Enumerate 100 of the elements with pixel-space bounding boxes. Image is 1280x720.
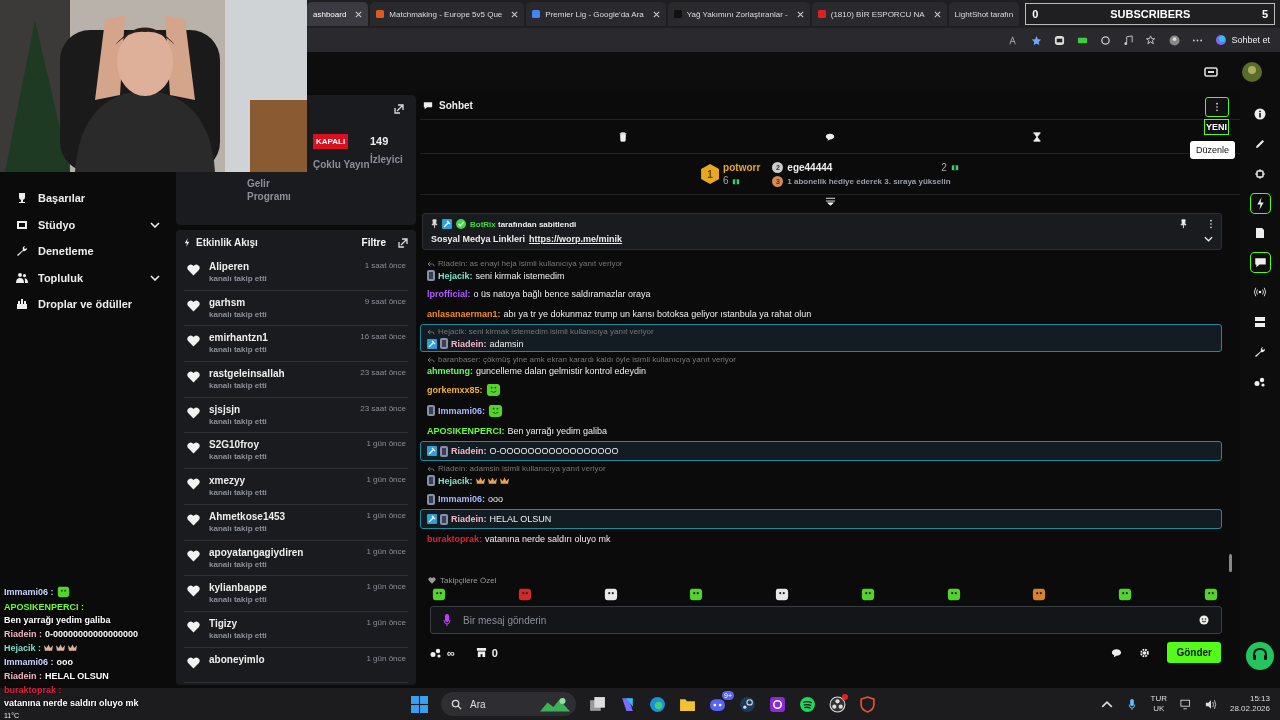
avatar-icon[interactable]	[1242, 62, 1262, 82]
more-icon[interactable]	[1209, 219, 1213, 229]
event-description: kanalı takip etti	[209, 523, 268, 533]
volume-icon[interactable]	[1204, 698, 1217, 710]
music-app-icon[interactable]	[799, 695, 816, 713]
emote-icon[interactable]	[1203, 587, 1218, 601]
shield-icon[interactable]	[859, 695, 876, 713]
microphone-icon[interactable]	[443, 614, 451, 626]
browser-tab[interactable]: LightShot tarafın	[948, 2, 1020, 26]
sidebar-item[interactable]: Başarılar	[0, 185, 176, 212]
target-icon[interactable]	[1254, 168, 1266, 180]
link[interactable]: https://worp.me/minik	[529, 234, 623, 244]
message-box[interactable]: Bir mesaj gönderin	[430, 606, 1222, 634]
chat-username[interactable]: Riadein:	[451, 514, 487, 524]
emote-icon[interactable]	[603, 587, 618, 601]
browser-tab[interactable]: Matchmaking - Europe 5v5 Que	[370, 2, 525, 26]
extension-icon[interactable]	[1054, 34, 1066, 46]
steam-icon[interactable]	[739, 695, 756, 713]
emote-icon[interactable]	[775, 587, 790, 601]
overlay-chat-text: 0-00000000000000000	[45, 629, 139, 639]
wrench-icon[interactable]	[1254, 346, 1266, 358]
chat-username[interactable]: Riadein:	[451, 338, 487, 349]
emote-icon[interactable]	[946, 587, 961, 601]
pop-out-icon[interactable]	[398, 237, 408, 248]
chat-username[interactable]: Immami06:	[438, 405, 486, 416]
windows-start-icon[interactable]	[411, 695, 428, 713]
chat-username[interactable]: Hejacik:	[438, 475, 473, 486]
browser-tab[interactable]: ashboard	[307, 2, 369, 26]
chat-username[interactable]: lprofficial:	[427, 289, 471, 299]
emote-icon[interactable]	[860, 587, 875, 601]
layout-icon[interactable]	[1254, 316, 1266, 328]
filter-button[interactable]: Filtre	[361, 237, 386, 248]
chevron-down-icon[interactable]	[1204, 236, 1213, 242]
recorder-icon[interactable]	[829, 695, 846, 713]
sidebar-item[interactable]: Droplar ve ödüller	[0, 291, 176, 318]
points-icon[interactable]	[1254, 376, 1266, 388]
heart-icon	[187, 513, 200, 526]
copilot-button[interactable]: Sohbet et	[1215, 34, 1270, 46]
chat-icon[interactable]	[825, 131, 835, 142]
emote-icon[interactable]	[689, 587, 704, 601]
sidebar-item[interactable]: Stüdyo	[0, 211, 176, 238]
headset-help-icon[interactable]	[1246, 642, 1274, 670]
sidebar-item[interactable]: Topluluk	[0, 264, 176, 291]
chat-username[interactable]: Riadein:	[451, 446, 487, 456]
pencil-icon[interactable]	[1254, 138, 1266, 150]
search-field[interactable]: Ara	[441, 692, 576, 716]
keyboard-language-indicator[interactable]: TUR UK	[1150, 694, 1167, 714]
emote-icon[interactable]	[432, 587, 446, 601]
collapse-icon[interactable]	[824, 197, 836, 206]
profile-icon[interactable]	[1169, 34, 1181, 46]
close-icon[interactable]	[511, 10, 519, 18]
browser-icon[interactable]	[649, 695, 666, 713]
network-icon[interactable]	[1179, 698, 1192, 710]
heart-icon	[187, 478, 200, 491]
pin-icon[interactable]	[1180, 219, 1187, 229]
browser-tab[interactable]: (1810) BİR ESPORCU NA	[811, 2, 947, 26]
chat-icon[interactable]	[1249, 252, 1271, 273]
heart-icon	[187, 549, 200, 562]
chat-username[interactable]: buraktoprak:	[427, 534, 482, 544]
close-icon[interactable]	[652, 10, 660, 18]
star-icon[interactable]	[1031, 34, 1043, 46]
pop-out-icon[interactable]	[394, 104, 404, 114]
app-icon[interactable]	[769, 695, 786, 713]
people-icon	[16, 271, 28, 284]
more-button[interactable]	[1204, 97, 1229, 117]
document-icon[interactable]	[1254, 227, 1266, 239]
close-icon[interactable]	[355, 10, 363, 18]
chat-username[interactable]: anlasanaerman1:	[427, 309, 501, 319]
overlay-chat-text: Ben yarrağı yedim galiba	[4, 615, 111, 625]
close-icon[interactable]	[933, 10, 941, 18]
display-icon[interactable]	[1204, 66, 1218, 78]
music-icon[interactable]	[1123, 34, 1135, 46]
message-input-field[interactable]: Bir mesaj gönderin	[461, 613, 1189, 627]
sidebar-item[interactable]: Denetleme	[0, 238, 176, 265]
close-icon[interactable]	[796, 10, 804, 18]
emoji-icon[interactable]	[1199, 615, 1209, 625]
settings-icon[interactable]	[1139, 647, 1151, 658]
favorites-icon[interactable]	[1146, 34, 1158, 46]
shop-icon[interactable]	[475, 647, 487, 658]
lightning-icon[interactable]	[1249, 193, 1271, 214]
chat-icon[interactable]	[1111, 647, 1123, 658]
broadcast-icon[interactable]	[1254, 286, 1266, 298]
chat-username[interactable]: ahmetung:	[427, 366, 473, 376]
send-button[interactable]: Gönder	[1167, 642, 1221, 663]
chat-username[interactable]: Hejacik:	[438, 270, 473, 281]
emote-icon[interactable]	[1032, 587, 1047, 601]
copilot-icon[interactable]	[619, 695, 636, 713]
browser-tab[interactable]: Yağ Yakımını Zorlaştıranlar -	[667, 2, 810, 26]
chevron-up-icon[interactable]	[1100, 698, 1113, 710]
chat-username[interactable]: gorkemxx85:	[427, 384, 483, 395]
chat-username[interactable]: APOSIKENPERCI:	[427, 426, 505, 436]
sword-badge-icon	[442, 219, 452, 229]
hourglass-icon[interactable]	[1031, 131, 1042, 142]
clock[interactable]: 15:13 28.02.2026	[1229, 694, 1270, 714]
chat-username[interactable]: Immami06:	[438, 494, 486, 504]
emote-icon[interactable]	[1118, 587, 1133, 601]
task-view-icon[interactable]	[589, 695, 606, 713]
browser-tab[interactable]: Premier Lig - Google'da Ara	[526, 2, 666, 26]
info-icon[interactable]	[1254, 108, 1266, 120]
trash-icon[interactable]	[618, 131, 629, 142]
